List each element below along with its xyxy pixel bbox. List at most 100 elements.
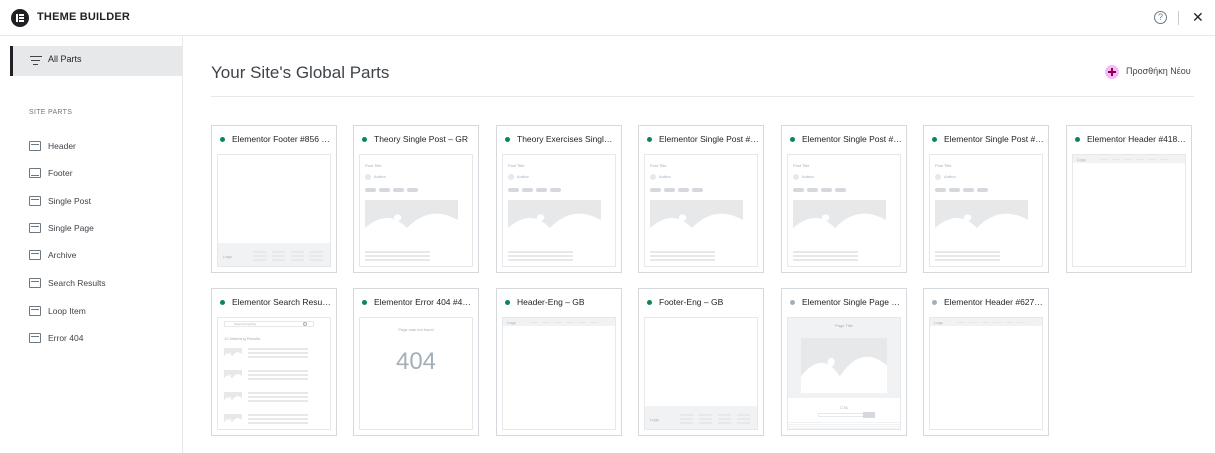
sidebar-item-label: Footer	[48, 168, 73, 178]
placeholder-line	[680, 422, 693, 424]
placeholder-line	[248, 414, 308, 416]
card-title: Elementor Footer #856 – ...	[232, 134, 332, 144]
sidebar-item-label: Search Results	[48, 278, 106, 288]
placeholder-line	[253, 251, 266, 253]
cta-input	[818, 413, 866, 417]
sidebar-item-loop-item[interactable]: Loop Item	[29, 304, 179, 320]
card-header: Elementor Single Post #3...	[639, 126, 763, 152]
sidebar-item-all-parts[interactable]: All Parts	[10, 46, 183, 76]
sidebar-item-header[interactable]: Header	[29, 139, 179, 155]
image-placeholder	[365, 200, 458, 240]
meta-pill	[692, 188, 703, 192]
add-new-button[interactable]: Προσθήκη Νέου	[1100, 62, 1200, 82]
card-header: Elementor Error 404 #49...	[354, 289, 478, 315]
single-page-icon	[29, 223, 41, 233]
meta-pill	[793, 188, 804, 192]
template-card[interactable]: Elementor Single Post #3... Post Title Aut…	[781, 125, 907, 273]
template-card[interactable]: Elementor Header #6270 ... Logo	[923, 288, 1049, 436]
placeholder-line	[272, 255, 285, 257]
sidebar-item-label: Error 404	[48, 333, 84, 343]
sidebar-item-search-results[interactable]: Search Results	[29, 276, 179, 292]
template-card[interactable]: Elementor Header #4180 ... Logo	[1066, 125, 1192, 273]
card-preview: Logo	[502, 317, 616, 430]
template-card[interactable]: Header-Eng – GB Logo	[496, 288, 622, 436]
template-card[interactable]: Elementor Single Page #... Page Title CTA	[781, 288, 907, 436]
placeholder-line	[650, 259, 715, 261]
header-icon	[29, 141, 41, 151]
nav-line	[554, 322, 562, 323]
card-header: Theory Single Post – GR	[354, 126, 478, 152]
meta-pill	[949, 188, 960, 192]
placeholder-line	[935, 259, 1000, 261]
author-text: Author	[944, 174, 956, 179]
status-dot	[1075, 137, 1080, 142]
nav-line	[530, 322, 538, 323]
template-card[interactable]: Elementor Single Post #3... Post Title Aut…	[638, 125, 764, 273]
template-card[interactable]: Elementor Single Post #4... Post Title Aut…	[923, 125, 1049, 273]
placeholder-line	[248, 356, 308, 358]
template-card[interactable]: Footer-Eng – GB Logo	[638, 288, 764, 436]
nav-line	[1005, 322, 1013, 323]
placeholder-line	[248, 370, 308, 372]
single-post-icon	[29, 196, 41, 206]
status-dot	[220, 137, 225, 142]
post-title-text: Post Title	[508, 163, 525, 168]
status-dot	[505, 137, 510, 142]
meta-pill	[365, 188, 376, 192]
placeholder-line	[793, 259, 858, 261]
card-header: Elementor Single Post #4...	[924, 126, 1048, 152]
error-404-icon	[29, 333, 41, 343]
sidebar-item-footer[interactable]: Footer	[29, 166, 179, 182]
status-dot	[362, 300, 367, 305]
sidebar-item-archive[interactable]: Archive	[29, 248, 179, 264]
status-dot	[647, 300, 652, 305]
template-card[interactable]: Elementor Footer #856 – ... Logo	[211, 125, 337, 273]
sidebar-item-error-404[interactable]: Error 404	[29, 331, 179, 347]
placeholder-line	[272, 259, 285, 261]
placeholder-line	[253, 259, 266, 261]
template-card[interactable]: Elementor Search Result... Search Anythin…	[211, 288, 337, 436]
sidebar-item-label: Archive	[48, 250, 77, 260]
top-bar: THEME BUILDER ? ✕	[0, 0, 1215, 36]
logo-text: Logo	[650, 417, 659, 422]
sidebar-item-single-page[interactable]: Single Page	[29, 221, 179, 237]
topbar-divider	[1178, 11, 1179, 25]
image-placeholder	[224, 392, 242, 404]
placeholder-line	[291, 255, 304, 257]
author-text: Author	[374, 174, 386, 179]
card-preview: Page Title CTA	[787, 317, 901, 430]
meta-pill	[963, 188, 974, 192]
nav-line	[566, 322, 574, 323]
template-card[interactable]: Theory Single Post – GR Post Title Author	[353, 125, 479, 273]
status-dot	[790, 300, 795, 305]
sidebar-item-label: All Parts	[48, 54, 82, 64]
section-lines	[788, 424, 900, 425]
plus-icon	[1105, 65, 1119, 79]
placeholder-line	[737, 418, 750, 420]
card-preview: Logo	[1072, 154, 1186, 267]
image-placeholder	[224, 414, 242, 426]
status-dot	[932, 300, 937, 305]
close-icon[interactable]: ✕	[1192, 9, 1204, 25]
template-card[interactable]: Theory Exercises Single ... Post Title Aut…	[496, 125, 622, 273]
image-placeholder	[650, 200, 743, 240]
card-preview: Post Title Author	[502, 154, 616, 267]
card-header: Footer-Eng – GB	[639, 289, 763, 315]
placeholder-line	[718, 422, 731, 424]
image-placeholder	[508, 200, 601, 240]
page-title-text: Page Title	[835, 323, 853, 328]
card-title: Elementor Single Page #...	[802, 297, 902, 307]
cta-button	[863, 412, 875, 418]
info-circle-icon[interactable]: ?	[1154, 11, 1167, 24]
card-header: Elementor Header #4180 ...	[1067, 126, 1191, 152]
post-title-text: Post Title	[365, 163, 382, 168]
nav-line	[1160, 159, 1168, 160]
nav-line	[578, 322, 586, 323]
template-card[interactable]: Elementor Error 404 #49... Page was not f…	[353, 288, 479, 436]
card-header: Elementor Single Post #3...	[782, 126, 906, 152]
sidebar-item-single-post[interactable]: Single Post	[29, 194, 179, 210]
card-title: Theory Exercises Single ...	[517, 134, 617, 144]
placeholder-line	[680, 414, 693, 416]
meta-pill	[393, 188, 404, 192]
placeholder-line	[365, 255, 430, 257]
